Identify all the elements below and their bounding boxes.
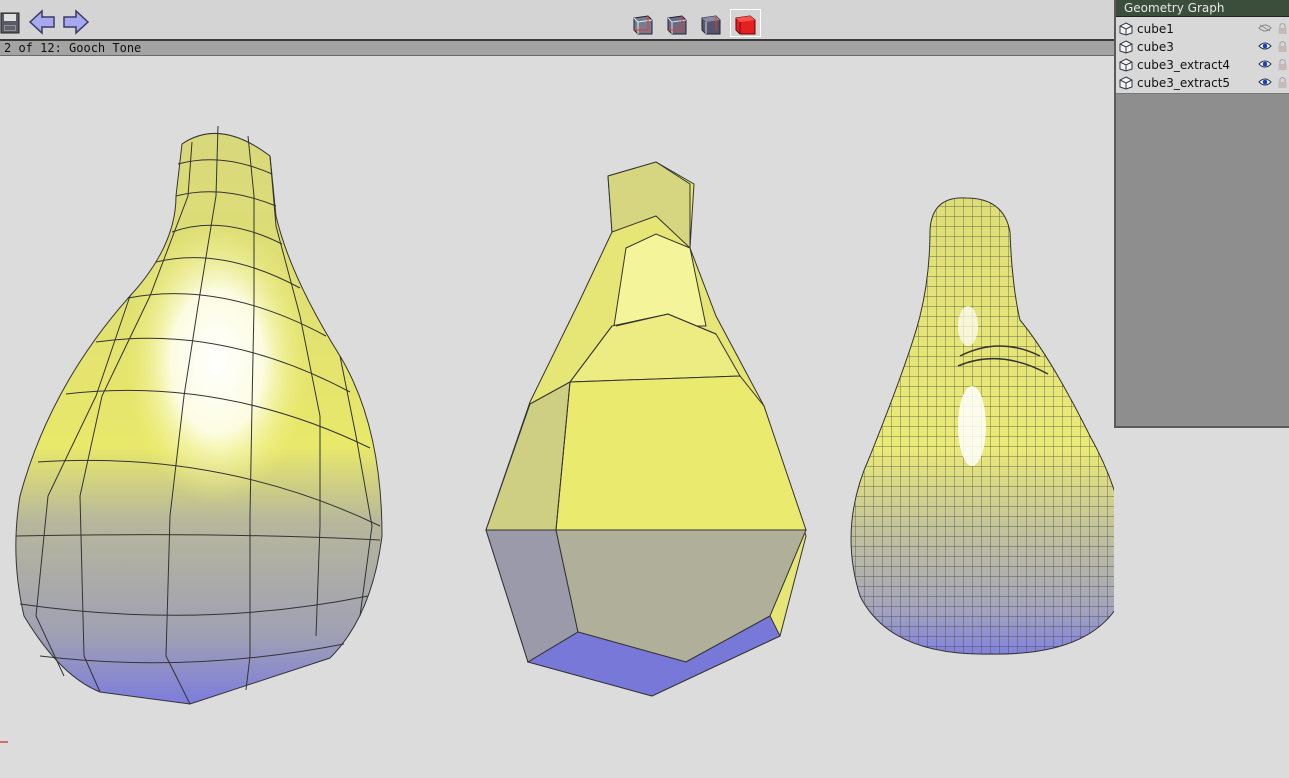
scene-render: [0, 125, 1127, 743]
list-item[interactable]: cube3: [1116, 38, 1289, 56]
eye-icon[interactable]: [1258, 41, 1272, 51]
list-item-label: cube3_extract5: [1137, 76, 1231, 90]
cube-icon: [1119, 76, 1133, 90]
list-item[interactable]: cube3_extract5: [1116, 74, 1289, 92]
arrow-left-icon[interactable]: [28, 8, 56, 36]
solid-cube-icon[interactable]: [730, 9, 761, 37]
eye-icon[interactable]: [1258, 59, 1272, 69]
lock-icon[interactable]: [1277, 58, 1288, 71]
wireframe-cube-icon[interactable]: [630, 10, 656, 36]
right-mesh-object: [850, 197, 1127, 655]
eye-icon[interactable]: [1258, 23, 1272, 33]
3d-viewport[interactable]: [0, 56, 1127, 774]
list-item[interactable]: cube3_extract4: [1116, 56, 1289, 74]
list-item[interactable]: cube1: [1116, 20, 1289, 38]
arrow-right-icon[interactable]: [62, 8, 90, 36]
cube-icon: [1119, 40, 1133, 54]
lock-icon[interactable]: [1277, 76, 1288, 89]
lock-icon[interactable]: [1277, 40, 1288, 53]
list-item-label: cube3_extract4: [1137, 58, 1231, 72]
panel-title: Geometry Graph: [1116, 0, 1289, 17]
geometry-list: cube1 cube3 cube3_extract4 cube3_extract…: [1116, 17, 1289, 94]
geometry-graph-panel: Geometry Graph cube1 cube3 cube3_extract…: [1114, 0, 1289, 428]
left-mesh-object: [15, 125, 383, 705]
shaded-wire-cube-icon[interactable]: [698, 10, 724, 36]
list-item-label: cube1: [1137, 22, 1174, 36]
lock-icon[interactable]: [1277, 22, 1288, 35]
status-bar: 2 of 12: Gooch Tone: [0, 41, 1114, 56]
eye-icon[interactable]: [1258, 77, 1272, 87]
viewer-toolbar: [0, 0, 1114, 41]
hidden-line-cube-icon[interactable]: [664, 10, 690, 36]
list-item-label: cube3: [1137, 40, 1174, 54]
cube-icon: [1119, 22, 1133, 36]
middle-mesh-object: [485, 161, 807, 697]
save-icon[interactable]: [0, 12, 20, 34]
cube-icon: [1119, 58, 1133, 72]
